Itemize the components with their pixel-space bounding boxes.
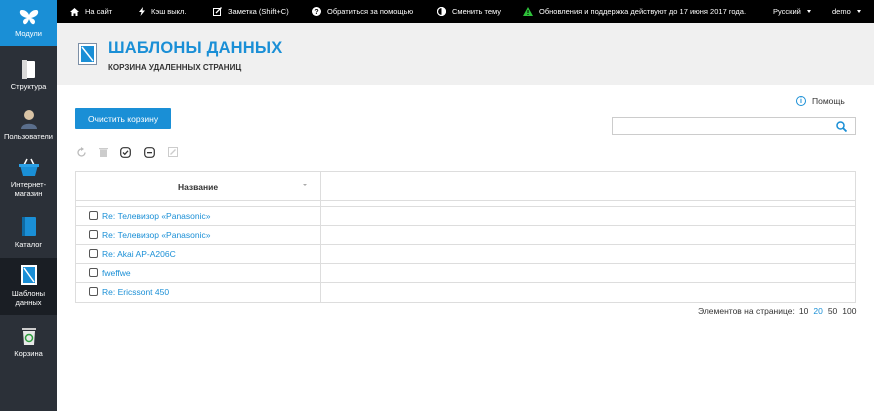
page-size-label: Элементов на странице: <box>698 306 795 316</box>
document-icon <box>21 60 35 79</box>
row-checkbox[interactable] <box>89 230 98 239</box>
row-checkbox[interactable] <box>89 249 98 258</box>
sidebar-item-structure[interactable]: Структура <box>0 53 57 97</box>
user-icon <box>20 110 37 129</box>
sidebar-item-label: Пользователи <box>4 132 53 141</box>
user-label: demo <box>832 7 851 16</box>
question-icon: ? <box>312 7 321 16</box>
row-link[interactable]: Re: Ericssont 450 <box>102 287 169 297</box>
butterfly-icon <box>19 10 38 25</box>
page-size-option-10[interactable]: 10 <box>799 306 808 316</box>
edit-icon <box>213 7 222 16</box>
column-header-name[interactable]: Название <box>76 172 320 201</box>
svg-text:?: ? <box>314 9 318 16</box>
warning-icon <box>523 7 533 16</box>
support-label: Обратиться за помощью <box>327 7 414 16</box>
edit-icon <box>168 147 178 157</box>
theme-icon <box>437 7 446 16</box>
go-to-site-label: На сайт <box>85 7 113 16</box>
help-link[interactable]: i Помощь <box>796 96 845 106</box>
go-to-site-link[interactable]: На сайт <box>70 0 112 23</box>
language-label: Русский <box>773 7 801 16</box>
trash-icon <box>98 148 108 157</box>
page-size-option-100[interactable]: 100 <box>842 306 856 316</box>
updates-label: Обновления и поддержка действуют до 17 и… <box>539 7 747 16</box>
restore-icon <box>76 146 86 157</box>
chevron-down-icon <box>856 10 861 13</box>
sidebar-item-label: Шаблоны <box>11 289 46 298</box>
select-all-button[interactable] <box>119 146 131 158</box>
row-link[interactable]: fweffwe <box>102 268 131 278</box>
info-icon: i <box>796 96 806 106</box>
theme-button[interactable]: Сменить тему <box>437 0 501 23</box>
sidebar-item-label: Корзина <box>14 349 43 358</box>
note-label: Заметка (Shift+C) <box>228 7 289 16</box>
trash-table: Название Re: Телевизор «Panasonic» Re: Т… <box>75 171 856 303</box>
check-circle-icon <box>119 146 131 158</box>
sidebar-item-users[interactable]: Пользователи <box>0 103 57 147</box>
sidebar-item-label: данных <box>15 298 42 307</box>
user-menu[interactable]: demo <box>832 0 861 23</box>
sort-icon[interactable] <box>303 184 307 186</box>
sidebar-item-modules[interactable]: Модули <box>0 0 57 46</box>
table-header: Название <box>76 172 855 201</box>
table-row: Re: Телевизор «Panasonic» <box>76 207 855 226</box>
edit-button[interactable] <box>167 146 179 158</box>
sidebar-item-catalog[interactable]: Каталог <box>0 212 57 256</box>
row-checkbox[interactable] <box>89 268 98 277</box>
table-row: Re: Akai AP-A206C <box>76 245 855 264</box>
sidebar-item-shop[interactable]: Интернет- магазин <box>0 153 57 205</box>
page-title: ШАБЛОНЫ ДАННЫХ <box>108 39 283 57</box>
basket-icon <box>18 158 39 176</box>
top-bar: На сайт Кэш выкл. Заметка (Shift+C) ? Об… <box>57 0 874 23</box>
note-button[interactable]: Заметка (Shift+C) <box>213 0 289 23</box>
delete-button[interactable] <box>97 146 109 158</box>
page-size-option-50[interactable]: 50 <box>828 306 837 316</box>
search-icon[interactable] <box>836 121 847 132</box>
sidebar-item-label: магазин <box>14 189 43 198</box>
sidebar-item-label: Каталог <box>14 240 43 249</box>
recycle-bin-icon <box>21 328 36 345</box>
page-subtitle: КОРЗИНА УДАЛЕННЫХ СТРАНИЦ <box>108 63 242 72</box>
sidebar-item-label: Интернет- <box>10 180 47 189</box>
sidebar-item-templates[interactable]: Шаблоны данных <box>0 258 57 315</box>
updates-notice[interactable]: Обновления и поддержка действуют до 17 и… <box>523 0 746 23</box>
page-size-option-20[interactable]: 20 <box>813 306 822 316</box>
minus-circle-icon <box>143 146 155 158</box>
template-icon <box>78 43 97 65</box>
page-size-selector: Элементов на странице: 10 20 50 100 <box>698 306 861 316</box>
book-icon <box>21 217 36 236</box>
deselect-all-button[interactable] <box>143 146 155 158</box>
search-input[interactable] <box>612 117 856 135</box>
clear-trash-button[interactable]: Очистить корзину <box>75 108 171 129</box>
sidebar-item-label: Модули <box>15 29 42 38</box>
help-label: Помощь <box>812 96 845 106</box>
chevron-down-icon <box>806 10 811 13</box>
language-select[interactable]: Русский <box>773 0 811 23</box>
row-checkbox[interactable] <box>89 287 98 296</box>
sidebar-item-trash[interactable]: Корзина <box>0 323 57 363</box>
row-link[interactable]: Re: Телевизор «Panasonic» <box>102 230 210 240</box>
page-header: ШАБЛОНЫ ДАННЫХ КОРЗИНА УДАЛЕННЫХ СТРАНИЦ <box>57 23 874 85</box>
restore-button[interactable] <box>75 146 87 158</box>
support-link[interactable]: ? Обратиться за помощью <box>312 0 413 23</box>
row-checkbox[interactable] <box>89 211 98 220</box>
cache-label: Кэш выкл. <box>151 7 187 16</box>
template-icon <box>20 265 37 285</box>
cache-toggle[interactable]: Кэш выкл. <box>139 0 187 23</box>
sidebar: Модули Структура Пользователи Интернет- … <box>0 0 57 411</box>
table-row: Re: Ericssont 450 <box>76 283 855 302</box>
sidebar-item-label: Структура <box>10 82 47 91</box>
table-row: fweffwe <box>76 264 855 283</box>
row-link[interactable]: Re: Телевизор «Panasonic» <box>102 211 210 221</box>
theme-label: Сменить тему <box>452 7 502 16</box>
lightning-icon <box>139 7 145 16</box>
row-link[interactable]: Re: Akai AP-A206C <box>102 249 176 259</box>
home-icon <box>70 7 79 16</box>
table-row: Re: Телевизор «Panasonic» <box>76 226 855 245</box>
